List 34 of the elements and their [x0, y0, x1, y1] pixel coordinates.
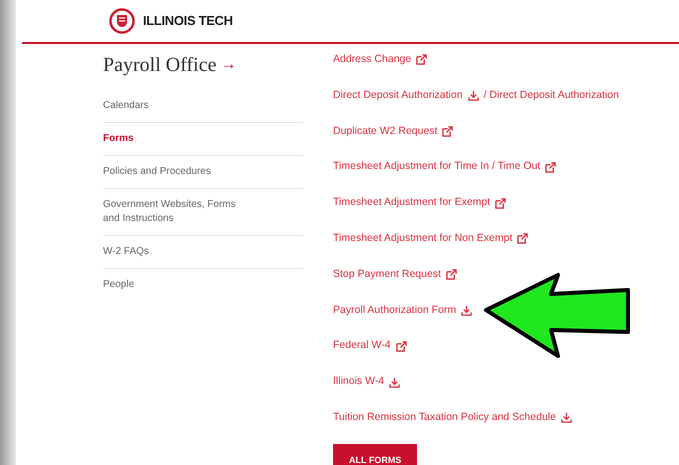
form-link[interactable]: Federal W-4	[333, 338, 391, 354]
form-link[interactable]: Illinois W-4	[333, 374, 384, 390]
title-arrow: →	[220, 55, 236, 75]
form-link[interactable]: / Direct Deposit Authorization	[484, 88, 619, 104]
sidebar-link[interactable]: Calendars	[103, 99, 253, 113]
sidebar-link[interactable]: Forms	[103, 132, 253, 146]
sidebar-link[interactable]: Government Websites, Forms and Instructions	[103, 198, 253, 226]
form-link[interactable]: Direct Deposit Authorization	[333, 88, 463, 104]
download-icon	[560, 412, 572, 424]
all-forms-button[interactable]: ALL FORMS	[333, 444, 418, 465]
sidebar-link[interactable]: People	[103, 278, 253, 292]
external-link-icon	[416, 54, 428, 66]
page-title: Payroll Office	[103, 53, 216, 78]
form-link[interactable]: Payroll Authorization Form	[333, 302, 456, 318]
form-link[interactable]: Timesheet Adjustment for Exempt	[333, 195, 490, 211]
sidebar-link[interactable]: W-2 FAQs	[103, 245, 253, 259]
download-icon	[468, 90, 479, 102]
logo-text: ILLINOIS TECH	[143, 12, 233, 30]
form-link[interactable]: Duplicate W2 Request	[333, 124, 438, 140]
logo-icon	[109, 8, 135, 34]
form-link[interactable]: Stop Payment Request	[333, 266, 441, 283]
external-link-icon	[442, 126, 454, 137]
form-link[interactable]: Timesheet Adjustment for Non Exempt	[333, 230, 512, 247]
download-icon	[389, 376, 400, 388]
external-link-icon	[545, 162, 556, 173]
external-link-icon	[495, 198, 506, 209]
form-link[interactable]: Tuition Remission Taxation Policy and Schedule	[333, 410, 556, 426]
form-link[interactable]: Address Change	[333, 52, 412, 68]
external-link-icon	[396, 340, 407, 352]
form-link[interactable]: Timesheet Adjustment for Time In / Time Out	[333, 159, 540, 176]
external-link-icon	[517, 233, 528, 244]
sidebar-link[interactable]: Policies and Procedures	[103, 165, 253, 179]
external-link-icon	[446, 269, 457, 280]
download-icon	[461, 304, 472, 316]
